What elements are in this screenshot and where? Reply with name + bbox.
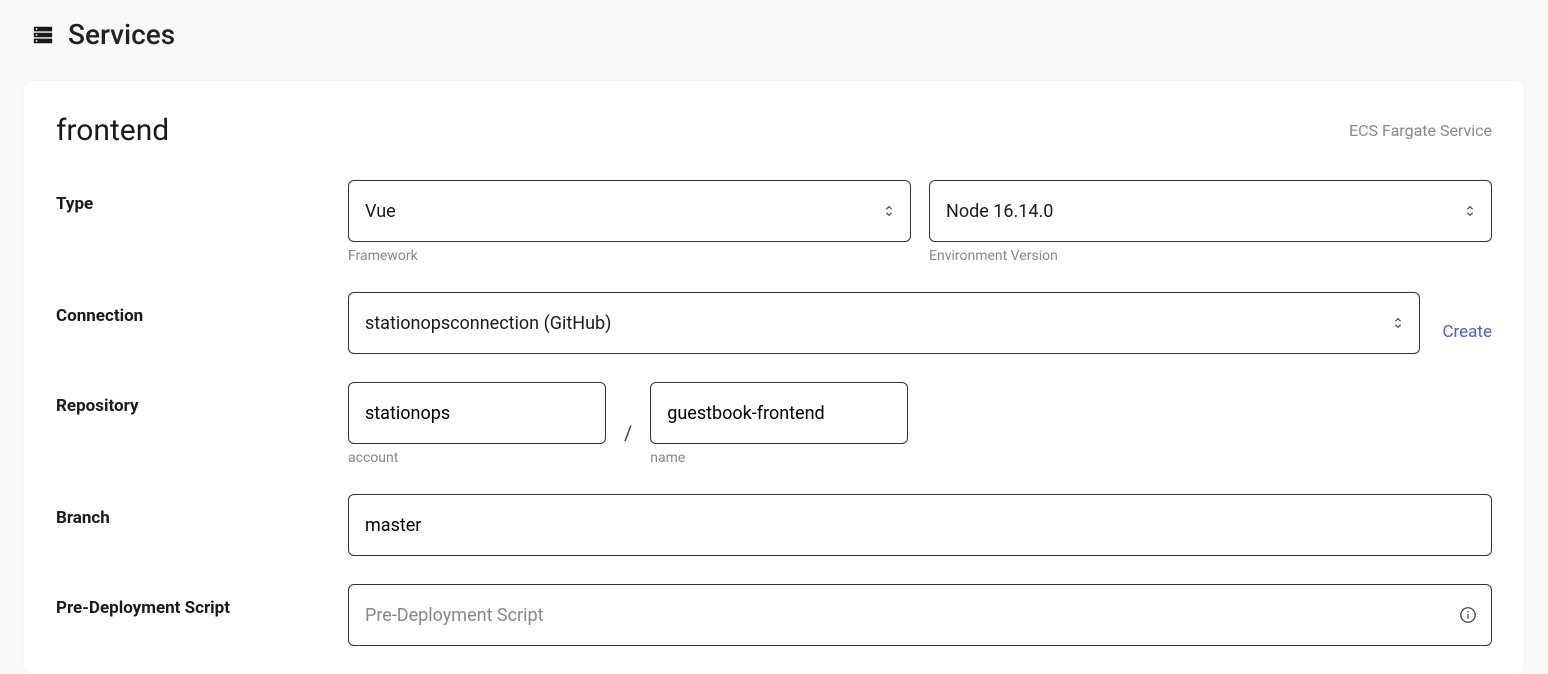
label-connection: Connection <box>56 292 348 326</box>
info-icon[interactable] <box>1459 606 1477 624</box>
chevron-up-down-icon <box>882 203 896 219</box>
repo-name-input-wrap <box>650 382 908 444</box>
predeploy-input[interactable] <box>365 605 1447 626</box>
repo-name-helper: name <box>650 450 908 466</box>
env-version-helper: Environment Version <box>929 248 1492 264</box>
framework-select[interactable]: Vue <box>348 180 911 242</box>
service-title-row: frontend ECS Fargate Service <box>56 113 1492 148</box>
chevron-up-down-icon <box>1391 315 1405 331</box>
repo-account-helper: account <box>348 450 606 466</box>
row-repository: Repository account / name <box>56 382 1492 466</box>
connection-select[interactable]: stationopsconnection (GitHub) <box>348 292 1420 354</box>
row-connection: Connection stationopsconnection (GitHub)… <box>56 292 1492 354</box>
chevron-up-down-icon <box>1463 203 1477 219</box>
framework-helper: Framework <box>348 248 911 264</box>
row-branch: Branch <box>56 494 1492 556</box>
connection-select-value: stationopsconnection (GitHub) <box>365 313 611 334</box>
predeploy-input-wrap <box>348 584 1492 646</box>
branch-input[interactable] <box>365 515 1475 536</box>
label-branch: Branch <box>56 494 348 528</box>
env-version-select-value: Node 16.14.0 <box>946 201 1053 222</box>
env-version-select[interactable]: Node 16.14.0 <box>929 180 1492 242</box>
label-repository: Repository <box>56 382 348 416</box>
row-type: Type Vue Framework Node 16.14.0 <box>56 180 1492 264</box>
create-connection-link[interactable]: Create <box>1442 322 1492 342</box>
repo-name-input[interactable] <box>667 403 891 424</box>
service-card: frontend ECS Fargate Service Type Vue Fr… <box>24 81 1524 674</box>
page-title: Services <box>68 18 175 51</box>
framework-select-value: Vue <box>365 201 396 222</box>
repo-slash: / <box>624 421 632 445</box>
service-subtitle: ECS Fargate Service <box>1349 121 1492 140</box>
label-predeploy: Pre-Deployment Script <box>56 584 348 618</box>
service-name: frontend <box>56 113 169 148</box>
label-type: Type <box>56 180 348 214</box>
row-predeploy: Pre-Deployment Script <box>56 584 1492 646</box>
page-header: Services <box>0 0 1548 69</box>
branch-input-wrap <box>348 494 1492 556</box>
repo-account-input[interactable] <box>365 403 589 424</box>
repo-account-input-wrap <box>348 382 606 444</box>
server-icon <box>32 24 54 46</box>
